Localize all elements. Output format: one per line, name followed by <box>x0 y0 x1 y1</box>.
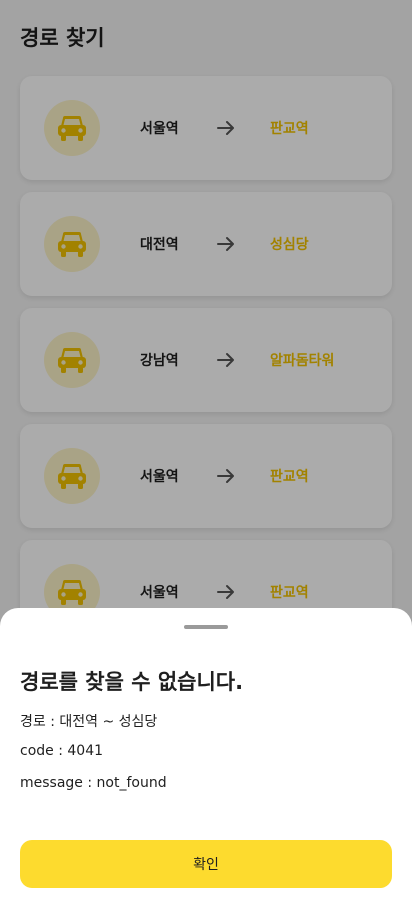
error-bottom-sheet: 경로를 찾을 수 없습니다. 경로 : 대전역 ~ 성심당 code : 404… <box>0 608 412 917</box>
error-message-line: message : not_found <box>20 775 167 791</box>
sheet-drag-handle[interactable] <box>184 625 228 629</box>
confirm-button[interactable]: 확인 <box>20 840 392 888</box>
route-finder-screen: 경로 찾기 서울역 판교역 대전역 성심당 강남역 알파돔타워 서울역 판교역 … <box>0 0 412 917</box>
error-route-line: 경로 : 대전역 ~ 성심당 <box>20 714 158 730</box>
error-title: 경로를 찾을 수 없습니다. <box>20 670 244 694</box>
error-code-line: code : 4041 <box>20 743 104 759</box>
